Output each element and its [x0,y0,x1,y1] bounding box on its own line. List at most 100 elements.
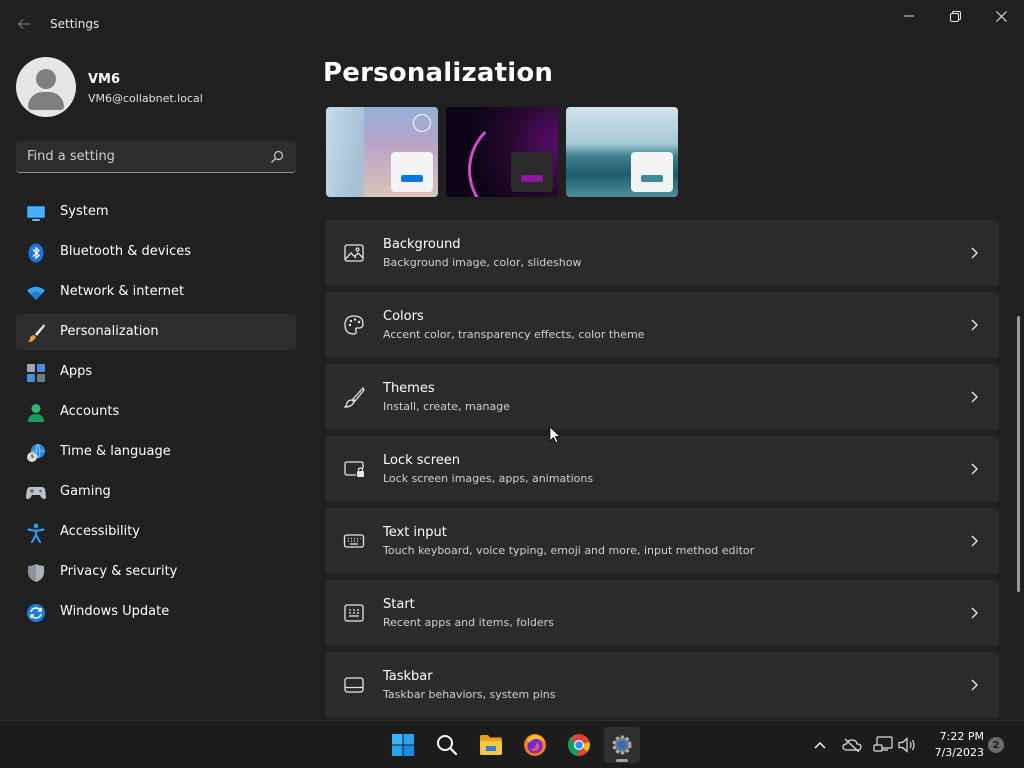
setting-title: Themes [383,381,435,396]
setting-subtitle: Lock screen images, apps, animations [383,472,594,485]
user-name: VM6 [88,72,121,87]
file-explorer-button[interactable] [473,727,509,763]
window-preview [391,152,433,192]
setting-background[interactable]: Background Background image, color, slid… [325,220,999,286]
theme-previews [326,107,678,197]
theme-preview-current[interactable] [326,107,438,197]
chevron-up-icon [814,742,826,749]
sidebar-item-label: Gaming [60,484,111,499]
setting-lock-screen[interactable]: Lock screen Lock screen images, apps, an… [325,436,999,502]
restore-button[interactable] [932,0,978,32]
volume-tray-button[interactable] [897,735,917,755]
accessibility-icon [26,523,46,543]
setting-start[interactable]: Start Recent apps and items, folders [325,580,999,646]
update-icon [26,603,46,623]
clock-date: 7/3/2023 [934,746,984,759]
settings-app-button[interactable] [604,727,640,763]
back-arrow-icon [17,19,30,29]
network-wired-icon [873,736,893,752]
keyboard-icon [343,534,365,548]
firefox-button[interactable] [517,727,553,763]
chrome-button[interactable] [561,727,597,763]
bluetooth-icon [26,243,46,263]
setting-title: Text input [383,525,447,540]
sidebar-item-label: Personalization [60,324,159,339]
sidebar-item-label: Accessibility [60,524,140,539]
setting-colors[interactable]: Colors Accent color, transparency effect… [325,292,999,358]
start-icon [344,604,364,622]
search-placeholder: Find a setting [27,149,115,164]
chevron-right-icon [971,535,978,547]
search-icon [437,735,458,756]
title-bar: Settings [0,0,1024,48]
taskbar: 7:22 PM 7/3/2023 2 [0,720,1024,768]
sidebar-item-label: Bluetooth & devices [60,244,191,259]
volume-icon [898,737,915,753]
network-tray-button[interactable] [873,735,893,755]
setting-title: Start [383,597,415,612]
minimize-icon [904,15,914,17]
sidebar-item-label: Windows Update [60,604,170,619]
sidebar-item-system[interactable]: System [16,194,296,230]
scrollbar[interactable] [1017,316,1020,592]
gamepad-icon [26,483,46,503]
sidebar-item-bluetooth[interactable]: Bluetooth & devices [16,234,296,270]
taskbar-icon [344,677,364,693]
close-icon [995,10,1007,22]
current-theme-badge-icon [413,114,431,132]
taskbar-search-button[interactable] [429,727,465,763]
setting-title: Taskbar [383,669,433,684]
setting-themes[interactable]: Themes Install, create, manage [325,364,999,430]
settings-list: Background Background image, color, slid… [325,220,999,724]
sidebar-item-accessibility[interactable]: Accessibility [16,514,296,550]
sidebar-item-windows-update[interactable]: Windows Update [16,594,296,630]
setting-title: Background [383,237,461,252]
theme-preview-dark[interactable] [446,107,558,197]
sidebar-item-apps[interactable]: Apps [16,354,296,390]
sidebar-item-label: Apps [60,364,93,379]
mouse-cursor-icon [549,426,561,444]
app-title: Settings [50,17,100,31]
brush-icon [343,386,365,408]
show-hidden-icons-button[interactable] [810,735,830,755]
setting-title: Lock screen [383,453,460,468]
gear-icon [612,735,632,755]
user-email: VM6@collabnet.local [88,92,203,105]
chevron-right-icon [971,607,978,619]
notification-badge[interactable]: 2 [988,737,1004,753]
setting-subtitle: Background image, color, slideshow [383,256,582,269]
theme-preview-light[interactable] [566,107,678,197]
active-app-indicator [616,759,628,762]
sidebar-item-label: Privacy & security [60,564,178,579]
taskbar-clock[interactable]: 7:22 PM 7/3/2023 [928,729,984,761]
wifi-icon [26,283,46,303]
palette-icon [344,315,364,335]
sidebar-item-gaming[interactable]: Gaming [16,474,296,510]
sidebar-nav: System Bluetooth & devices Network & int… [16,194,296,634]
start-button[interactable] [385,727,421,763]
clock-globe-icon [26,443,46,463]
search-icon [271,150,284,163]
sidebar-item-time-language[interactable]: Time & language [16,434,296,470]
user-profile[interactable]: VM6 VM6@collabnet.local [16,57,296,117]
setting-text-input[interactable]: Text input Touch keyboard, voice typing,… [325,508,999,574]
sidebar-item-privacy-security[interactable]: Privacy & security [16,554,296,590]
sidebar-item-label: Accounts [60,404,120,419]
search-input[interactable]: Find a setting [16,141,296,173]
sidebar-item-accounts[interactable]: Accounts [16,394,296,430]
sidebar-item-label: Network & internet [60,284,185,299]
back-button[interactable] [10,10,38,38]
setting-taskbar[interactable]: Taskbar Taskbar behaviors, system pins [325,652,999,718]
lock-screen-icon [344,461,364,477]
system-icon [26,203,46,223]
onedrive-tray-button[interactable] [842,735,862,755]
sidebar-item-personalization[interactable]: Personalization [16,314,296,350]
page-title: Personalization [323,58,554,88]
close-button[interactable] [978,0,1024,32]
minimize-button[interactable] [886,0,932,32]
firefox-icon [524,734,546,756]
sidebar-item-network[interactable]: Network & internet [16,274,296,310]
sidebar-item-label: System [60,204,109,219]
sidebar-item-label: Time & language [60,444,171,459]
shield-icon [26,563,46,583]
